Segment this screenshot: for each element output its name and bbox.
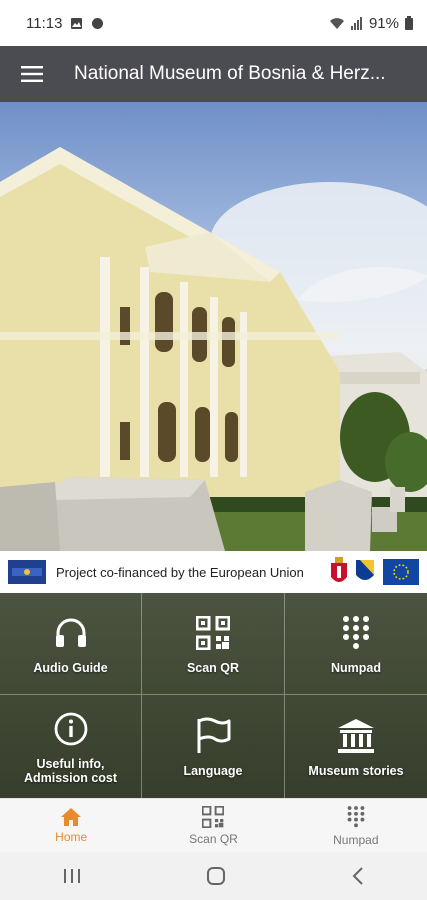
app-bar: National Museum of Bosnia & Herz... (0, 46, 427, 102)
nav-home-label: Home (55, 829, 88, 844)
museum-icon (338, 718, 374, 753)
museum-building-illustration (0, 147, 427, 551)
battery-percent: 91% (368, 14, 399, 32)
scan-qr-label: Scan QR (186, 660, 240, 675)
scan-qr-tile[interactable]: Scan QR (142, 593, 285, 695)
info-icon (54, 712, 87, 745)
audio-guide-label: Audio Guide (33, 660, 108, 675)
nav-home[interactable]: Home (0, 799, 142, 852)
bottom-navigation: Home Scan QR Numpad (0, 798, 427, 852)
audio-guide-tile[interactable]: Audio Guide (0, 593, 142, 695)
nav-scan-qr[interactable]: Scan QR (142, 799, 284, 852)
eu-cofinanced-text: Project co-financed by the European Unio… (56, 564, 304, 580)
app-notification-icon (92, 17, 104, 29)
status-bar: 11:13 91% (0, 0, 427, 46)
home-icon (61, 807, 82, 826)
qr-code-icon (202, 805, 225, 828)
signal-icon (350, 16, 362, 30)
hamburger-menu-icon (21, 66, 43, 82)
museum-stories-tile[interactable]: Museum stories (285, 695, 427, 798)
home-circle-icon[interactable] (206, 866, 226, 886)
eu-flag-icon (383, 559, 419, 585)
status-time: 11:13 (26, 14, 63, 32)
numpad-icon (343, 615, 369, 649)
nav-numpad-label: Numpad (333, 832, 379, 847)
numpad-icon (347, 805, 365, 827)
feature-grid: Audio Guide Scan QR Numpad Useful info, … (0, 593, 427, 798)
serbia-coat-of-arms-icon (331, 557, 347, 582)
flag-icon (197, 717, 231, 753)
wifi-icon (329, 17, 344, 29)
useful-info-label: Useful info, Admission cost (23, 756, 118, 785)
back-icon[interactable] (352, 867, 364, 885)
page-title: National Museum of Bosnia & Herz... (74, 63, 386, 84)
gallery-icon (71, 17, 83, 29)
nav-scan-qr-label: Scan QR (189, 831, 238, 846)
headphones-icon (55, 618, 86, 647)
bosnia-coat-of-arms-icon (356, 560, 374, 580)
language-label: Language (183, 763, 243, 778)
battery-icon (405, 16, 413, 30)
menu-button[interactable] (0, 46, 64, 102)
numpad-label: Numpad (331, 660, 381, 675)
useful-info-tile[interactable]: Useful info, Admission cost (0, 695, 142, 798)
interreg-logo-icon (8, 560, 46, 584)
museum-stories-label: Museum stories (308, 763, 404, 778)
numpad-tile[interactable]: Numpad (285, 593, 427, 695)
system-navigation-bar (0, 852, 427, 900)
nav-numpad[interactable]: Numpad (285, 799, 427, 852)
eu-cofinanced-banner: Project co-financed by the European Unio… (0, 551, 427, 593)
language-tile[interactable]: Language (142, 695, 285, 798)
recent-apps-icon[interactable] (63, 868, 81, 884)
qr-code-icon (196, 615, 230, 650)
museum-hero-image (0, 102, 427, 551)
